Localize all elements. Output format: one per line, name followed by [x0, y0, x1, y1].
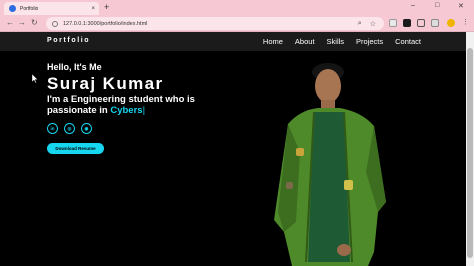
site-navbar: Portfolio Home About Skills Projects Con…	[0, 32, 466, 51]
address-bar[interactable]: 127.0.0.1:3000/portfolio/index.html ⌕ ☆	[46, 17, 384, 30]
github-extension-icon[interactable]	[403, 19, 411, 27]
browser-tab[interactable]: Portfolio ×	[4, 2, 99, 15]
instagram-icon[interactable]: ◎	[64, 123, 75, 134]
maximize-button[interactable]: □	[435, 2, 439, 9]
back-button[interactable]: ←	[6, 18, 14, 27]
minimize-button[interactable]: –	[411, 2, 415, 9]
mouse-pointer-icon	[32, 74, 38, 83]
new-tab-button[interactable]: +	[104, 2, 109, 13]
scrollbar-thumb[interactable]	[467, 48, 473, 258]
nav-links: Home About Skills Projects Contact	[263, 37, 421, 46]
typed-word: Cybers	[110, 105, 143, 116]
browser-tabbar: Portfolio × + – □ ✕	[0, 0, 474, 15]
menu-kebab-icon[interactable]: ⋮	[462, 18, 469, 26]
brand-logo[interactable]: Portfolio	[47, 37, 90, 44]
tagline-prefix: passionate in	[47, 105, 111, 116]
tab-title: Portfolio	[20, 5, 39, 12]
extensions-puzzle-icon[interactable]	[417, 19, 425, 27]
download-resume-button[interactable]: Download Resume	[47, 143, 104, 154]
linkedin-icon[interactable]: in	[47, 123, 58, 134]
bookmark-star-icon[interactable]: ☆	[370, 20, 376, 28]
site-info-icon[interactable]	[52, 20, 58, 27]
nav-projects[interactable]: Projects	[356, 37, 383, 46]
nav-about[interactable]: About	[295, 37, 315, 46]
sidebar-icon[interactable]	[431, 19, 439, 27]
url-text[interactable]: 127.0.0.1:3000/portfolio/index.html	[63, 21, 358, 27]
extension-icon[interactable]	[389, 19, 397, 27]
forward-button[interactable]: →	[18, 18, 26, 27]
hero-tagline: I'm a Engineering student who is	[47, 94, 195, 105]
typing-cursor: |	[142, 105, 146, 116]
github-icon[interactable]: ◉	[81, 123, 92, 134]
profile-avatar[interactable]	[447, 19, 455, 27]
profile-photo	[274, 63, 386, 266]
nav-skills[interactable]: Skills	[327, 37, 345, 46]
social-links: in ◎ ◉	[47, 123, 92, 134]
close-window-button[interactable]: ✕	[458, 2, 464, 10]
hero-tagline-2: passionate in Cybers|	[47, 105, 145, 116]
reload-button[interactable]: ↻	[31, 18, 38, 27]
browser-toolbar: ← → ↻ 127.0.0.1:3000/portfolio/index.htm…	[0, 15, 474, 32]
tab-close-icon[interactable]: ×	[91, 6, 95, 12]
zoom-icon[interactable]: ⌕	[358, 20, 362, 28]
favicon-icon	[9, 5, 16, 12]
nav-contact[interactable]: Contact	[395, 37, 421, 46]
hero-greeting: Hello, It's Me	[47, 62, 102, 72]
hero-name: Suraj Kumar	[47, 74, 164, 93]
nav-home[interactable]: Home	[263, 37, 283, 46]
